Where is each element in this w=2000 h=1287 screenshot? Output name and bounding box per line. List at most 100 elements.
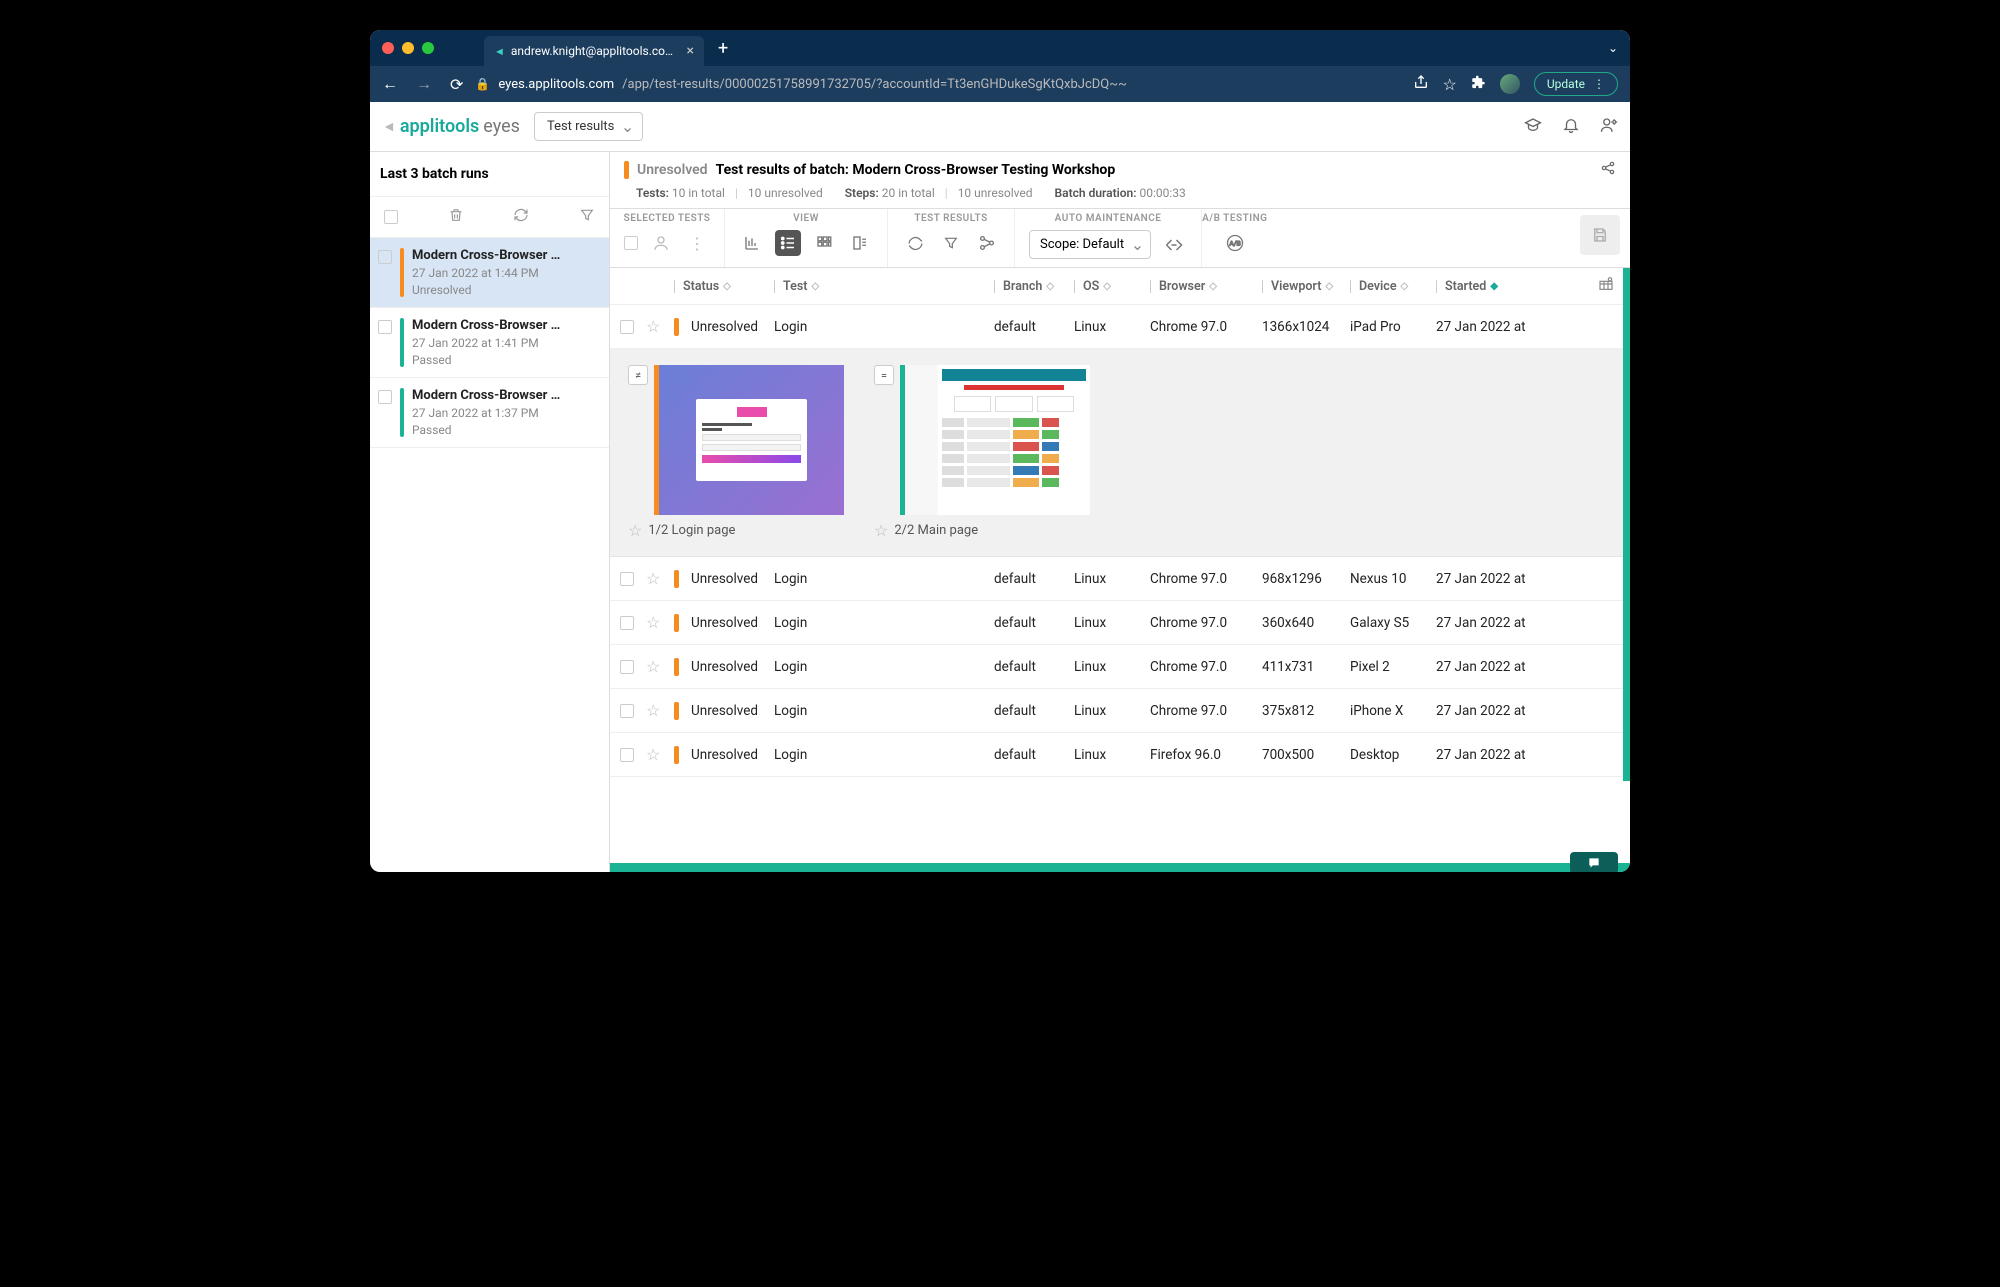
row-branch: default xyxy=(994,571,1036,587)
sort-icon[interactable]: ◇ xyxy=(1209,281,1217,292)
reload-icon[interactable]: ⟳ xyxy=(450,75,463,94)
row-checkbox[interactable] xyxy=(620,660,634,674)
batch-item[interactable]: Modern Cross-Browser … 27 Jan 2022 at 1:… xyxy=(370,238,609,308)
tab-close-icon[interactable]: × xyxy=(687,43,694,59)
graduation-cap-icon[interactable] xyxy=(1524,116,1542,138)
row-started: 27 Jan 2022 at xyxy=(1436,703,1526,719)
star-icon[interactable]: ☆ xyxy=(646,657,660,676)
step-thumbnail[interactable] xyxy=(900,365,1090,515)
row-browser: Chrome 97.0 xyxy=(1150,703,1227,719)
feedback-button[interactable] xyxy=(1570,852,1618,872)
row-device: Galaxy S5 xyxy=(1350,615,1409,631)
row-checkbox[interactable] xyxy=(620,704,634,718)
row-test: Login xyxy=(774,319,807,335)
star-icon[interactable]: ☆ xyxy=(646,745,660,764)
close-window-icon[interactable] xyxy=(382,42,394,54)
browser-tab[interactable]: ◄ andrew.knight@applitools.com × xyxy=(484,36,704,66)
batch-checkbox[interactable] xyxy=(378,250,392,264)
sort-icon[interactable]: ◆ xyxy=(1490,281,1498,292)
results-filter-icon[interactable] xyxy=(938,230,964,256)
more-icon[interactable]: ⋮ xyxy=(684,230,710,256)
ab-testing-icon[interactable]: A/B xyxy=(1222,230,1248,256)
batch-title: Test results of batch: Modern Cross-Brow… xyxy=(716,162,1116,178)
sort-icon[interactable]: ◇ xyxy=(1325,281,1333,292)
table-row[interactable]: ☆ Unresolved Login default Linux Chrome … xyxy=(610,601,1630,645)
row-checkbox[interactable] xyxy=(620,572,634,586)
extensions-icon[interactable] xyxy=(1471,75,1486,94)
row-test: Login xyxy=(774,747,807,763)
star-icon[interactable]: ☆ xyxy=(628,521,642,540)
diff-badge-icon: ≠ xyxy=(628,365,648,385)
bell-icon[interactable] xyxy=(1562,116,1580,138)
row-viewport: 360x640 xyxy=(1262,615,1314,631)
star-icon[interactable]: ☆ xyxy=(646,613,660,632)
row-started: 27 Jan 2022 at xyxy=(1436,319,1526,335)
view-chart-icon[interactable] xyxy=(739,230,765,256)
batch-item-title: Modern Cross-Browser … xyxy=(412,248,599,263)
refresh-icon[interactable] xyxy=(513,207,529,227)
table-row[interactable]: ☆ Unresolved Login default Linux Chrome … xyxy=(610,689,1630,733)
star-icon[interactable]: ☆ xyxy=(646,569,660,588)
main-panel: Unresolved Test results of batch: Modern… xyxy=(610,152,1630,872)
status-stripe xyxy=(674,318,679,336)
sort-icon[interactable]: ◇ xyxy=(811,281,819,292)
maximize-window-icon[interactable] xyxy=(422,42,434,54)
profile-avatar-icon[interactable] xyxy=(1500,74,1520,94)
star-icon[interactable]: ☆ xyxy=(646,317,660,336)
row-os: Linux xyxy=(1074,319,1106,335)
auto-maintenance-run-icon[interactable] xyxy=(1161,232,1187,258)
star-icon[interactable]: ☆ xyxy=(646,701,660,720)
batch-share-icon[interactable] xyxy=(1600,160,1616,180)
batch-item[interactable]: Modern Cross-Browser … 27 Jan 2022 at 1:… xyxy=(370,378,609,448)
star-icon[interactable]: ☆ xyxy=(874,521,888,540)
results-group-icon[interactable] xyxy=(974,230,1000,256)
user-settings-icon[interactable] xyxy=(1600,116,1618,138)
scope-select[interactable]: Scope: Default xyxy=(1029,230,1151,259)
update-button[interactable]: Update ⋮ xyxy=(1534,72,1618,96)
sort-icon[interactable]: ◇ xyxy=(723,281,731,292)
filter-icon[interactable] xyxy=(579,207,595,227)
address-field[interactable]: 🔒 eyes.applitools.com/app/test-results/0… xyxy=(475,77,1400,92)
batch-checkbox[interactable] xyxy=(378,390,392,404)
forward-icon[interactable]: → xyxy=(416,74,432,94)
step-thumbnail[interactable] xyxy=(654,365,844,515)
bookmark-star-icon[interactable]: ☆ xyxy=(1443,75,1457,94)
row-checkbox[interactable] xyxy=(620,320,634,334)
batch-item[interactable]: Modern Cross-Browser … 27 Jan 2022 at 1:… xyxy=(370,308,609,378)
view-grid-icon[interactable] xyxy=(811,230,837,256)
row-branch: default xyxy=(994,615,1036,631)
table-row[interactable]: ☆ Unresolved Login default Linux Firefox… xyxy=(610,733,1630,777)
toolbar-select-all-checkbox[interactable] xyxy=(624,236,638,250)
sort-icon[interactable]: ◇ xyxy=(1401,281,1409,292)
row-checkbox[interactable] xyxy=(620,748,634,762)
select-all-checkbox[interactable] xyxy=(384,210,398,224)
tabs-dropdown-icon[interactable]: ⌄ xyxy=(1608,41,1618,55)
new-tab-button[interactable]: + xyxy=(718,38,728,59)
applitools-logo[interactable]: ◄ applitoolseyes xyxy=(382,116,520,137)
batch-checkbox[interactable] xyxy=(378,320,392,334)
share-icon[interactable] xyxy=(1413,74,1429,94)
row-test: Login xyxy=(774,659,807,675)
row-browser: Chrome 97.0 xyxy=(1150,659,1227,675)
status-stripe xyxy=(400,318,404,367)
sort-icon[interactable]: ◇ xyxy=(1046,281,1054,292)
row-branch: default xyxy=(994,659,1036,675)
results-refresh-icon[interactable] xyxy=(902,230,928,256)
results-toolbar: SELECTED TESTS ⋮ VIEW xyxy=(610,208,1630,268)
page-selector[interactable]: Test results xyxy=(534,112,643,141)
view-summary-icon[interactable] xyxy=(847,230,873,256)
table-row[interactable]: ☆ Unresolved Login default Linux Chrome … xyxy=(610,305,1630,349)
minimize-window-icon[interactable] xyxy=(402,42,414,54)
row-started: 27 Jan 2022 at xyxy=(1436,615,1526,631)
trash-icon[interactable] xyxy=(448,207,464,227)
back-icon[interactable]: ← xyxy=(382,74,398,94)
row-checkbox[interactable] xyxy=(620,616,634,630)
table-row[interactable]: ☆ Unresolved Login default Linux Chrome … xyxy=(610,557,1630,601)
table-settings-icon[interactable] xyxy=(1598,276,1620,296)
view-list-icon[interactable] xyxy=(775,230,801,256)
sort-icon[interactable]: ◇ xyxy=(1103,281,1111,292)
save-button[interactable] xyxy=(1580,215,1620,255)
table-row[interactable]: ☆ Unresolved Login default Linux Chrome … xyxy=(610,645,1630,689)
assign-user-icon[interactable] xyxy=(648,230,674,256)
batch-item-title: Modern Cross-Browser … xyxy=(412,388,599,403)
